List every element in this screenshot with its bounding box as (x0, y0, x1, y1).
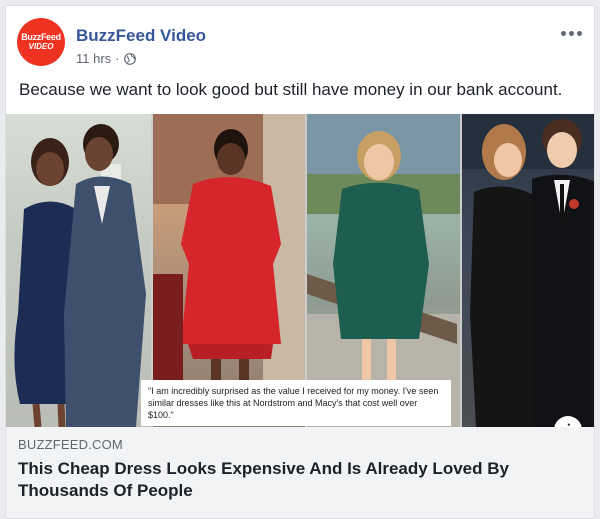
link-headline[interactable]: This Cheap Dress Looks Expensive And Is … (18, 458, 578, 502)
post-meta: 11 hrs · (76, 51, 136, 66)
page-avatar[interactable]: BuzzFeed VIDEO (17, 18, 65, 66)
link-preview-image[interactable]: "I am incredibly surprised as the value … (6, 114, 594, 427)
testimonial-quote: "I am incredibly surprised as the value … (141, 380, 451, 426)
feed-post-card: BuzzFeed VIDEO BuzzFeed Video 11 hrs · B… (5, 5, 595, 519)
ellipsis-dot (569, 30, 574, 36)
meta-separator: · (115, 51, 120, 66)
link-preview-box[interactable]: BUZZFEED.COM This Cheap Dress Looks Expe… (6, 427, 594, 518)
post-timestamp[interactable]: 11 hrs (76, 51, 111, 66)
avatar-text-line2: VIDEO (28, 42, 54, 51)
avatar-text-line1: BuzzFeed (21, 32, 61, 42)
page-name-link[interactable]: BuzzFeed Video (76, 26, 206, 46)
link-domain: BUZZFEED.COM (18, 437, 123, 452)
more-options-button[interactable] (561, 28, 583, 38)
post-header: BuzzFeed VIDEO BuzzFeed Video 11 hrs · (17, 18, 583, 68)
photo-panel-couple-navy-dress (6, 114, 151, 427)
photo-panel-couple-black-dress (462, 114, 594, 427)
globe-icon (123, 52, 136, 65)
post-status-text: Because we want to look good but still h… (19, 80, 563, 99)
ellipsis-dot (577, 30, 582, 36)
ellipsis-icon (561, 30, 566, 36)
